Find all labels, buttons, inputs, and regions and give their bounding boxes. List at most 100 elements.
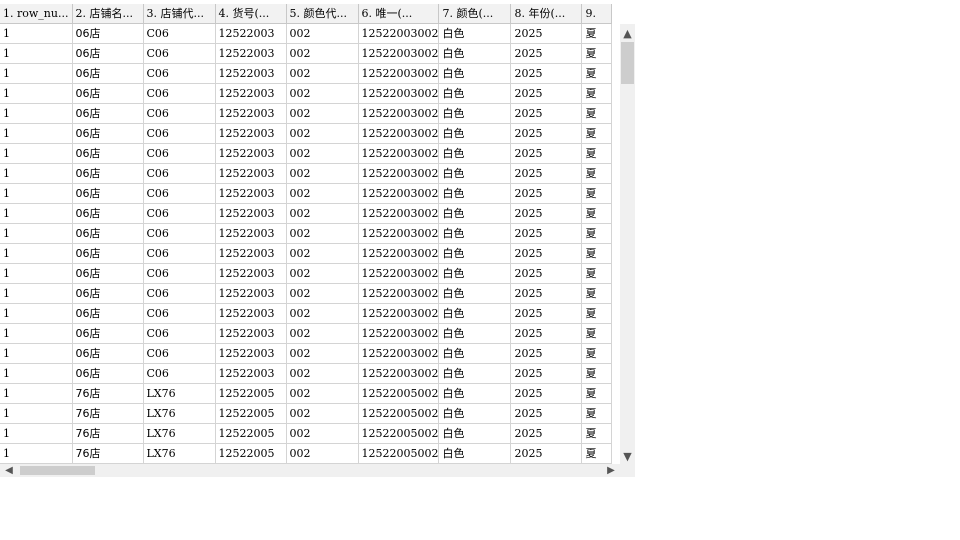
table-cell[interactable]: 12522003 bbox=[215, 143, 287, 164]
table-cell[interactable]: 2025 bbox=[510, 423, 583, 444]
table-cell[interactable]: 12522003002 bbox=[358, 63, 440, 84]
table-cell[interactable]: 12522003002 bbox=[358, 143, 440, 164]
table-cell[interactable]: 12522003 bbox=[215, 23, 287, 44]
table-cell[interactable]: 12522003002 bbox=[358, 263, 440, 284]
table-cell[interactable]: 12522003002 bbox=[358, 123, 440, 144]
table-row[interactable]: 1 76店 LX76 12522005 002 12522005002 白色 2025 夏 bbox=[0, 443, 613, 464]
table-cell[interactable]: 12522003 bbox=[215, 323, 287, 344]
table-cell[interactable]: 002 bbox=[286, 223, 359, 244]
table-row[interactable]: 1 06店 C06 12522003 002 12522003002 白色 2025 夏 bbox=[0, 303, 613, 324]
table-cell[interactable]: 2025 bbox=[510, 83, 583, 104]
table-cell[interactable]: 白色 bbox=[438, 203, 512, 224]
table-cell[interactable]: 夏 bbox=[581, 83, 613, 104]
table-cell[interactable]: 夏 bbox=[581, 183, 613, 204]
table-cell[interactable]: 夏 bbox=[581, 323, 613, 344]
table-cell[interactable]: 1 bbox=[0, 163, 73, 184]
table-cell[interactable]: 夏 bbox=[581, 303, 613, 324]
table-cell[interactable]: 1 bbox=[0, 343, 73, 364]
column-header[interactable]: 9. bbox=[581, 4, 613, 24]
table-cell[interactable]: 12522003002 bbox=[358, 23, 440, 44]
table-row[interactable]: 1 06店 C06 12522003 002 12522003002 白色 2025 夏 bbox=[0, 143, 613, 164]
table-cell[interactable]: 2025 bbox=[510, 283, 583, 304]
table-cell[interactable]: 12522003 bbox=[215, 83, 287, 104]
table-cell[interactable]: C06 bbox=[143, 323, 216, 344]
table-cell[interactable]: C06 bbox=[143, 343, 216, 364]
table-cell[interactable]: 2025 bbox=[510, 343, 583, 364]
table-cell[interactable]: 2025 bbox=[510, 203, 583, 224]
table-row[interactable]: 1 06店 C06 12522003 002 12522003002 白色 2025 夏 bbox=[0, 243, 613, 264]
table-cell[interactable]: LX76 bbox=[143, 423, 216, 444]
table-cell[interactable]: 06店 bbox=[72, 163, 144, 184]
table-cell[interactable]: 06店 bbox=[72, 23, 144, 44]
table-cell[interactable]: 12522005 bbox=[215, 383, 287, 404]
table-row[interactable]: 1 06店 C06 12522003 002 12522003002 白色 2025 夏 bbox=[0, 203, 613, 224]
table-cell[interactable]: C06 bbox=[143, 43, 216, 64]
column-header[interactable]: 8. 年份(... bbox=[510, 4, 583, 24]
table-cell[interactable]: 1 bbox=[0, 263, 73, 284]
table-cell[interactable]: 06店 bbox=[72, 323, 144, 344]
table-cell[interactable]: 1 bbox=[0, 383, 73, 404]
table-cell[interactable]: 白色 bbox=[438, 443, 512, 464]
table-cell[interactable]: 002 bbox=[286, 23, 359, 44]
table-row[interactable]: 1 06店 C06 12522003 002 12522003002 白色 2025 夏 bbox=[0, 23, 613, 44]
table-cell[interactable]: 12522003002 bbox=[358, 303, 440, 324]
table-cell[interactable]: 002 bbox=[286, 343, 359, 364]
table-cell[interactable]: 1 bbox=[0, 243, 73, 264]
table-cell[interactable]: 12522003 bbox=[215, 343, 287, 364]
table-cell[interactable]: 002 bbox=[286, 363, 359, 384]
table-cell[interactable]: 1 bbox=[0, 323, 73, 344]
table-cell[interactable]: 76店 bbox=[72, 383, 144, 404]
table-cell[interactable]: 白色 bbox=[438, 183, 512, 204]
table-cell[interactable]: 白色 bbox=[438, 43, 512, 64]
column-header[interactable]: 1. row_nu... bbox=[0, 4, 73, 24]
table-cell[interactable]: C06 bbox=[143, 223, 216, 244]
table-cell[interactable]: 2025 bbox=[510, 243, 583, 264]
table-cell[interactable]: C06 bbox=[143, 243, 216, 264]
table-cell[interactable]: 002 bbox=[286, 443, 359, 464]
table-cell[interactable]: 夏 bbox=[581, 143, 613, 164]
table-cell[interactable]: 2025 bbox=[510, 363, 583, 384]
table-cell[interactable]: 002 bbox=[286, 183, 359, 204]
table-cell[interactable]: 白色 bbox=[438, 303, 512, 324]
table-cell[interactable]: 夏 bbox=[581, 363, 613, 384]
table-cell[interactable]: 12522005002 bbox=[358, 403, 440, 424]
table-cell[interactable]: 12522003 bbox=[215, 263, 287, 284]
table-cell[interactable]: 白色 bbox=[438, 163, 512, 184]
table-cell[interactable]: C06 bbox=[143, 263, 216, 284]
table-cell[interactable]: 白色 bbox=[438, 423, 512, 444]
table-cell[interactable]: 002 bbox=[286, 103, 359, 124]
table-cell[interactable]: 002 bbox=[286, 243, 359, 264]
table-row[interactable]: 1 06店 C06 12522003 002 12522003002 白色 2025 夏 bbox=[0, 223, 613, 244]
table-cell[interactable]: 002 bbox=[286, 43, 359, 64]
table-cell[interactable]: 12522003002 bbox=[358, 203, 440, 224]
table-cell[interactable]: 06店 bbox=[72, 203, 144, 224]
table-cell[interactable]: 002 bbox=[286, 283, 359, 304]
table-cell[interactable]: 002 bbox=[286, 123, 359, 144]
vertical-scrollbar[interactable]: ▲ ▼ bbox=[620, 24, 635, 464]
table-cell[interactable]: 002 bbox=[286, 143, 359, 164]
table-cell[interactable]: 夏 bbox=[581, 263, 613, 284]
table-cell[interactable]: 夏 bbox=[581, 223, 613, 244]
table-cell[interactable]: 白色 bbox=[438, 143, 512, 164]
table-cell[interactable]: 夏 bbox=[581, 163, 613, 184]
table-cell[interactable]: 2025 bbox=[510, 323, 583, 344]
table-cell[interactable]: 夏 bbox=[581, 103, 613, 124]
table-cell[interactable]: 白色 bbox=[438, 363, 512, 384]
table-cell[interactable]: 12522003002 bbox=[358, 343, 440, 364]
table-cell[interactable]: 76店 bbox=[72, 423, 144, 444]
table-cell[interactable]: 夏 bbox=[581, 343, 613, 364]
table-cell[interactable]: 夏 bbox=[581, 123, 613, 144]
table-cell[interactable]: 12522003002 bbox=[358, 163, 440, 184]
table-cell[interactable]: 12522005 bbox=[215, 443, 287, 464]
table-cell[interactable]: 夏 bbox=[581, 443, 613, 464]
table-cell[interactable]: C06 bbox=[143, 63, 216, 84]
table-cell[interactable]: 2025 bbox=[510, 443, 583, 464]
table-cell[interactable]: 1 bbox=[0, 203, 73, 224]
table-cell[interactable]: 002 bbox=[286, 323, 359, 344]
table-cell[interactable]: 12522005002 bbox=[358, 443, 440, 464]
table-cell[interactable]: 白色 bbox=[438, 63, 512, 84]
table-cell[interactable]: 夏 bbox=[581, 243, 613, 264]
table-cell[interactable]: 002 bbox=[286, 423, 359, 444]
table-cell[interactable]: 12522003002 bbox=[358, 103, 440, 124]
table-cell[interactable]: 夏 bbox=[581, 403, 613, 424]
